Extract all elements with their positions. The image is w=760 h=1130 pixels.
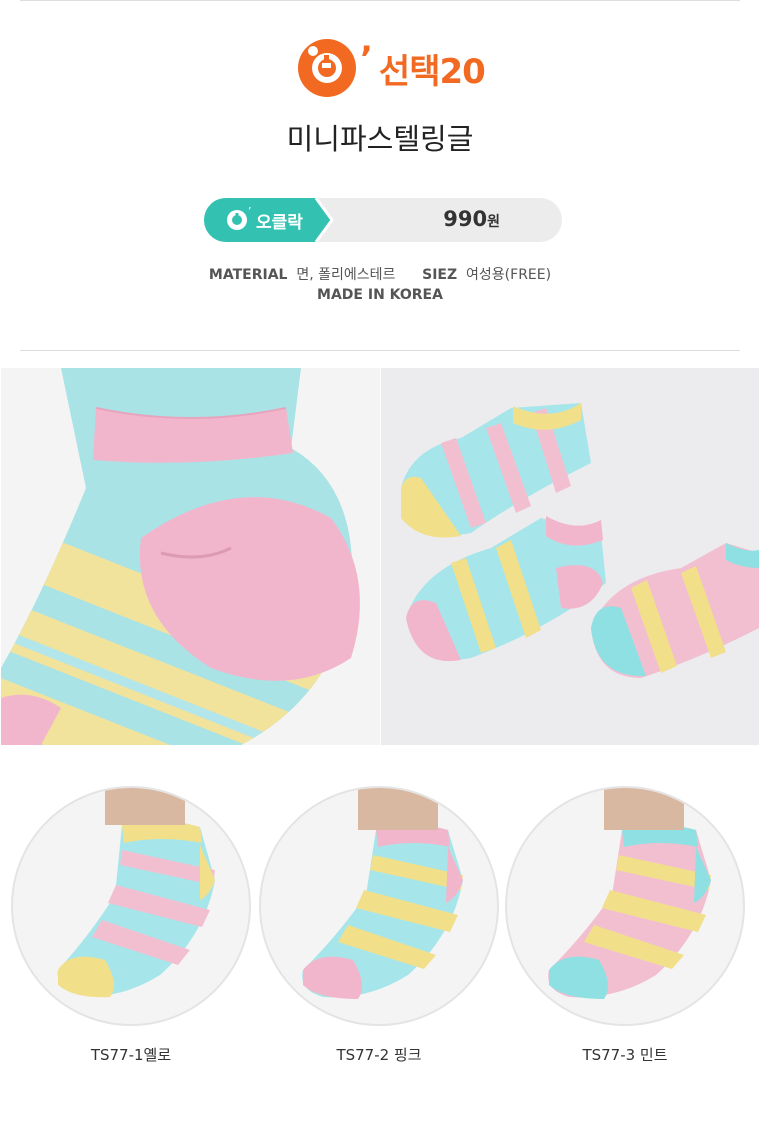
top-divider (20, 0, 740, 1)
price-number: 990 (443, 207, 488, 231)
middle-divider (20, 350, 740, 351)
brand-logo[interactable]: ’ 선택20 (296, 36, 486, 100)
clock-logo-icon (298, 39, 356, 97)
sock-heel-image (1, 368, 380, 745)
origin-text: MADE IN KOREA (317, 287, 443, 303)
photo-three-socks (381, 368, 759, 745)
price-bar: ’ 오클락 990원 (204, 198, 562, 242)
sock-yellow-icon (11, 786, 251, 1026)
svg-text:’: ’ (248, 205, 252, 218)
size-value: 여성용(FREE) (466, 267, 552, 283)
variant-pink-label: TS77-2 핑크 (336, 1046, 422, 1064)
material-label: MATERIAL (208, 267, 288, 283)
spec-line: MATERIAL 면, 폴리에스테르 SIEZ 여성용(FREE) (0, 264, 760, 284)
price-badge-label: 오클락 (256, 213, 303, 233)
product-title: 미니파스텔링글 (286, 122, 474, 156)
variant-yellow-label: TS77-1옐로 (90, 1046, 172, 1064)
variant-mint-image[interactable] (504, 785, 746, 1027)
variant-yellow-image[interactable] (10, 785, 252, 1027)
variant-mint-label: TS77-3 민트 (582, 1046, 668, 1064)
logo-apostrophe: ’ (360, 39, 373, 79)
photo-heel-closeup (1, 368, 380, 745)
price-value: 990원 (443, 207, 500, 231)
sock-mint-icon (505, 786, 745, 1026)
three-socks-image (381, 368, 759, 745)
variant-pink-image[interactable] (258, 785, 500, 1027)
size-label: SIEZ (422, 267, 458, 283)
sock-pink-icon (259, 786, 499, 1026)
price-unit: 원 (487, 214, 500, 230)
material-value: 면, 폴리에스테르 (296, 267, 396, 283)
logo-text: 선택20 (378, 51, 486, 92)
